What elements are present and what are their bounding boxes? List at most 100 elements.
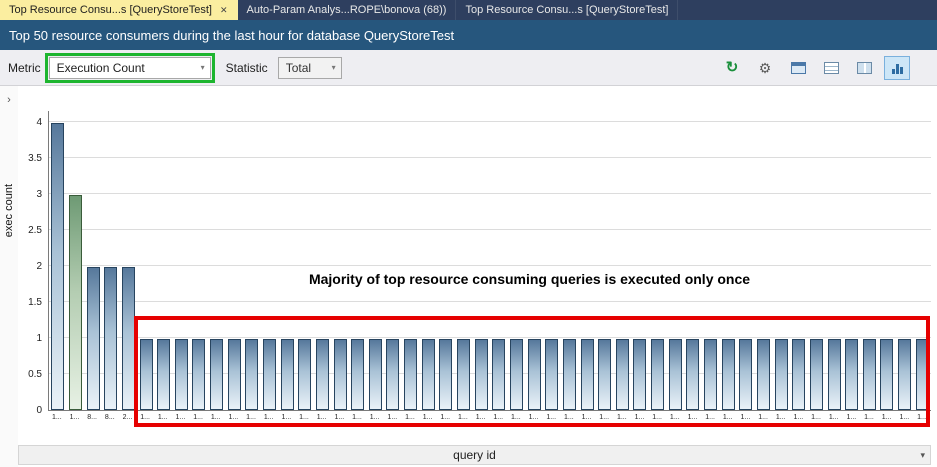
bar-slot	[120, 267, 138, 410]
bar-slot	[596, 339, 614, 410]
bar-highlighted[interactable]	[69, 195, 82, 410]
bar[interactable]	[351, 339, 364, 410]
gear-icon: ⚙	[759, 61, 772, 75]
chart-view-button[interactable]	[884, 56, 910, 80]
x-tick-label: 2...	[119, 411, 137, 427]
bar[interactable]	[545, 339, 558, 410]
bar[interactable]	[651, 339, 664, 410]
tab-top-resource-consumers-2[interactable]: Top Resource Consu...s [QueryStoreTest]	[456, 0, 678, 20]
bar[interactable]	[739, 339, 752, 410]
bar[interactable]	[422, 339, 435, 410]
bar-slot	[666, 339, 684, 410]
bar[interactable]	[157, 339, 170, 410]
bar[interactable]	[598, 339, 611, 410]
bar[interactable]	[528, 339, 541, 410]
expand-pane-button[interactable]: ›	[7, 94, 11, 106]
x-tick-label: 1...	[913, 411, 931, 427]
bar[interactable]	[828, 339, 841, 410]
bar-slot	[102, 267, 120, 410]
bar[interactable]	[898, 339, 911, 410]
bar[interactable]	[281, 339, 294, 410]
x-tick-label: 1...	[825, 411, 843, 427]
bar[interactable]	[757, 339, 770, 410]
bar[interactable]	[669, 339, 682, 410]
x-tick-label: 1...	[154, 411, 172, 427]
x-axis-dropdown-chevron[interactable]: ▾	[920, 450, 925, 461]
bar[interactable]	[210, 339, 223, 410]
bar-slot	[684, 339, 702, 410]
close-icon[interactable]: ✕	[220, 6, 228, 15]
bar-slot	[719, 339, 737, 410]
bar-slot	[825, 339, 843, 410]
bar[interactable]	[140, 339, 153, 410]
bar[interactable]	[175, 339, 188, 410]
bar[interactable]	[87, 267, 100, 410]
bar[interactable]	[810, 339, 823, 410]
metric-dropdown[interactable]: Execution Count ▾	[49, 57, 211, 79]
bar[interactable]	[457, 339, 470, 410]
bar[interactable]	[104, 267, 117, 410]
tab-label: Top Resource Consu...s [QueryStoreTest]	[9, 4, 212, 16]
bar[interactable]	[510, 339, 523, 410]
bar-slot	[349, 339, 367, 410]
bar[interactable]	[686, 339, 699, 410]
statistic-dropdown[interactable]: Total ▾	[278, 57, 342, 79]
grid-view-button[interactable]	[818, 56, 844, 80]
bar-slot	[896, 339, 914, 410]
x-tick-label: 1...	[507, 411, 525, 427]
tab-top-resource-consumers-active[interactable]: Top Resource Consu...s [QueryStoreTest] …	[0, 0, 238, 20]
bar[interactable]	[263, 339, 276, 410]
y-tick-label: 3	[36, 189, 42, 200]
bar-slot	[190, 339, 208, 410]
x-tick-label: 1...	[66, 411, 84, 427]
bar[interactable]	[880, 339, 893, 410]
bar-slot	[860, 339, 878, 410]
bar-slot	[490, 339, 508, 410]
x-tick-label: 1...	[843, 411, 861, 427]
bar[interactable]	[228, 339, 241, 410]
x-tick-label: 1...	[754, 411, 772, 427]
bar[interactable]	[122, 267, 135, 410]
bar[interactable]	[581, 339, 594, 410]
bar[interactable]	[792, 339, 805, 410]
bar[interactable]	[863, 339, 876, 410]
settings-button[interactable]: ⚙	[752, 56, 778, 80]
bar[interactable]	[369, 339, 382, 410]
document-tab-bar: Top Resource Consu...s [QueryStoreTest] …	[0, 0, 937, 20]
bar[interactable]	[775, 339, 788, 410]
x-tick-label: 1...	[366, 411, 384, 427]
split-view-button[interactable]	[851, 56, 877, 80]
x-tick-label: 1...	[401, 411, 419, 427]
bar[interactable]	[916, 339, 929, 410]
bar[interactable]	[316, 339, 329, 410]
bar[interactable]	[404, 339, 417, 410]
x-tick-label: 1...	[595, 411, 613, 427]
bar[interactable]	[845, 339, 858, 410]
bar[interactable]	[563, 339, 576, 410]
bar[interactable]	[298, 339, 311, 410]
pane-view-button[interactable]	[785, 56, 811, 80]
bar-slot	[367, 339, 385, 410]
bar[interactable]	[475, 339, 488, 410]
x-tick-label: 1...	[472, 411, 490, 427]
bar-slot	[631, 339, 649, 410]
bar[interactable]	[386, 339, 399, 410]
refresh-button[interactable]: ↻	[719, 56, 745, 80]
tab-auto-param-analysis[interactable]: Auto-Param Analys...ROPE\bonova (68))	[238, 0, 457, 20]
bar[interactable]	[439, 339, 452, 410]
chevron-down-icon: ▾	[201, 63, 205, 72]
bar[interactable]	[334, 339, 347, 410]
x-tick-label: 1...	[719, 411, 737, 427]
bar[interactable]	[51, 123, 64, 410]
x-tick-label: 1...	[896, 411, 914, 427]
bar[interactable]	[633, 339, 646, 410]
bar-slot	[508, 339, 526, 410]
bar[interactable]	[492, 339, 505, 410]
bar[interactable]	[704, 339, 717, 410]
x-tick-label: 1...	[578, 411, 596, 427]
bar[interactable]	[245, 339, 258, 410]
bar-slot	[808, 339, 826, 410]
bar[interactable]	[192, 339, 205, 410]
bar[interactable]	[722, 339, 735, 410]
bar[interactable]	[616, 339, 629, 410]
